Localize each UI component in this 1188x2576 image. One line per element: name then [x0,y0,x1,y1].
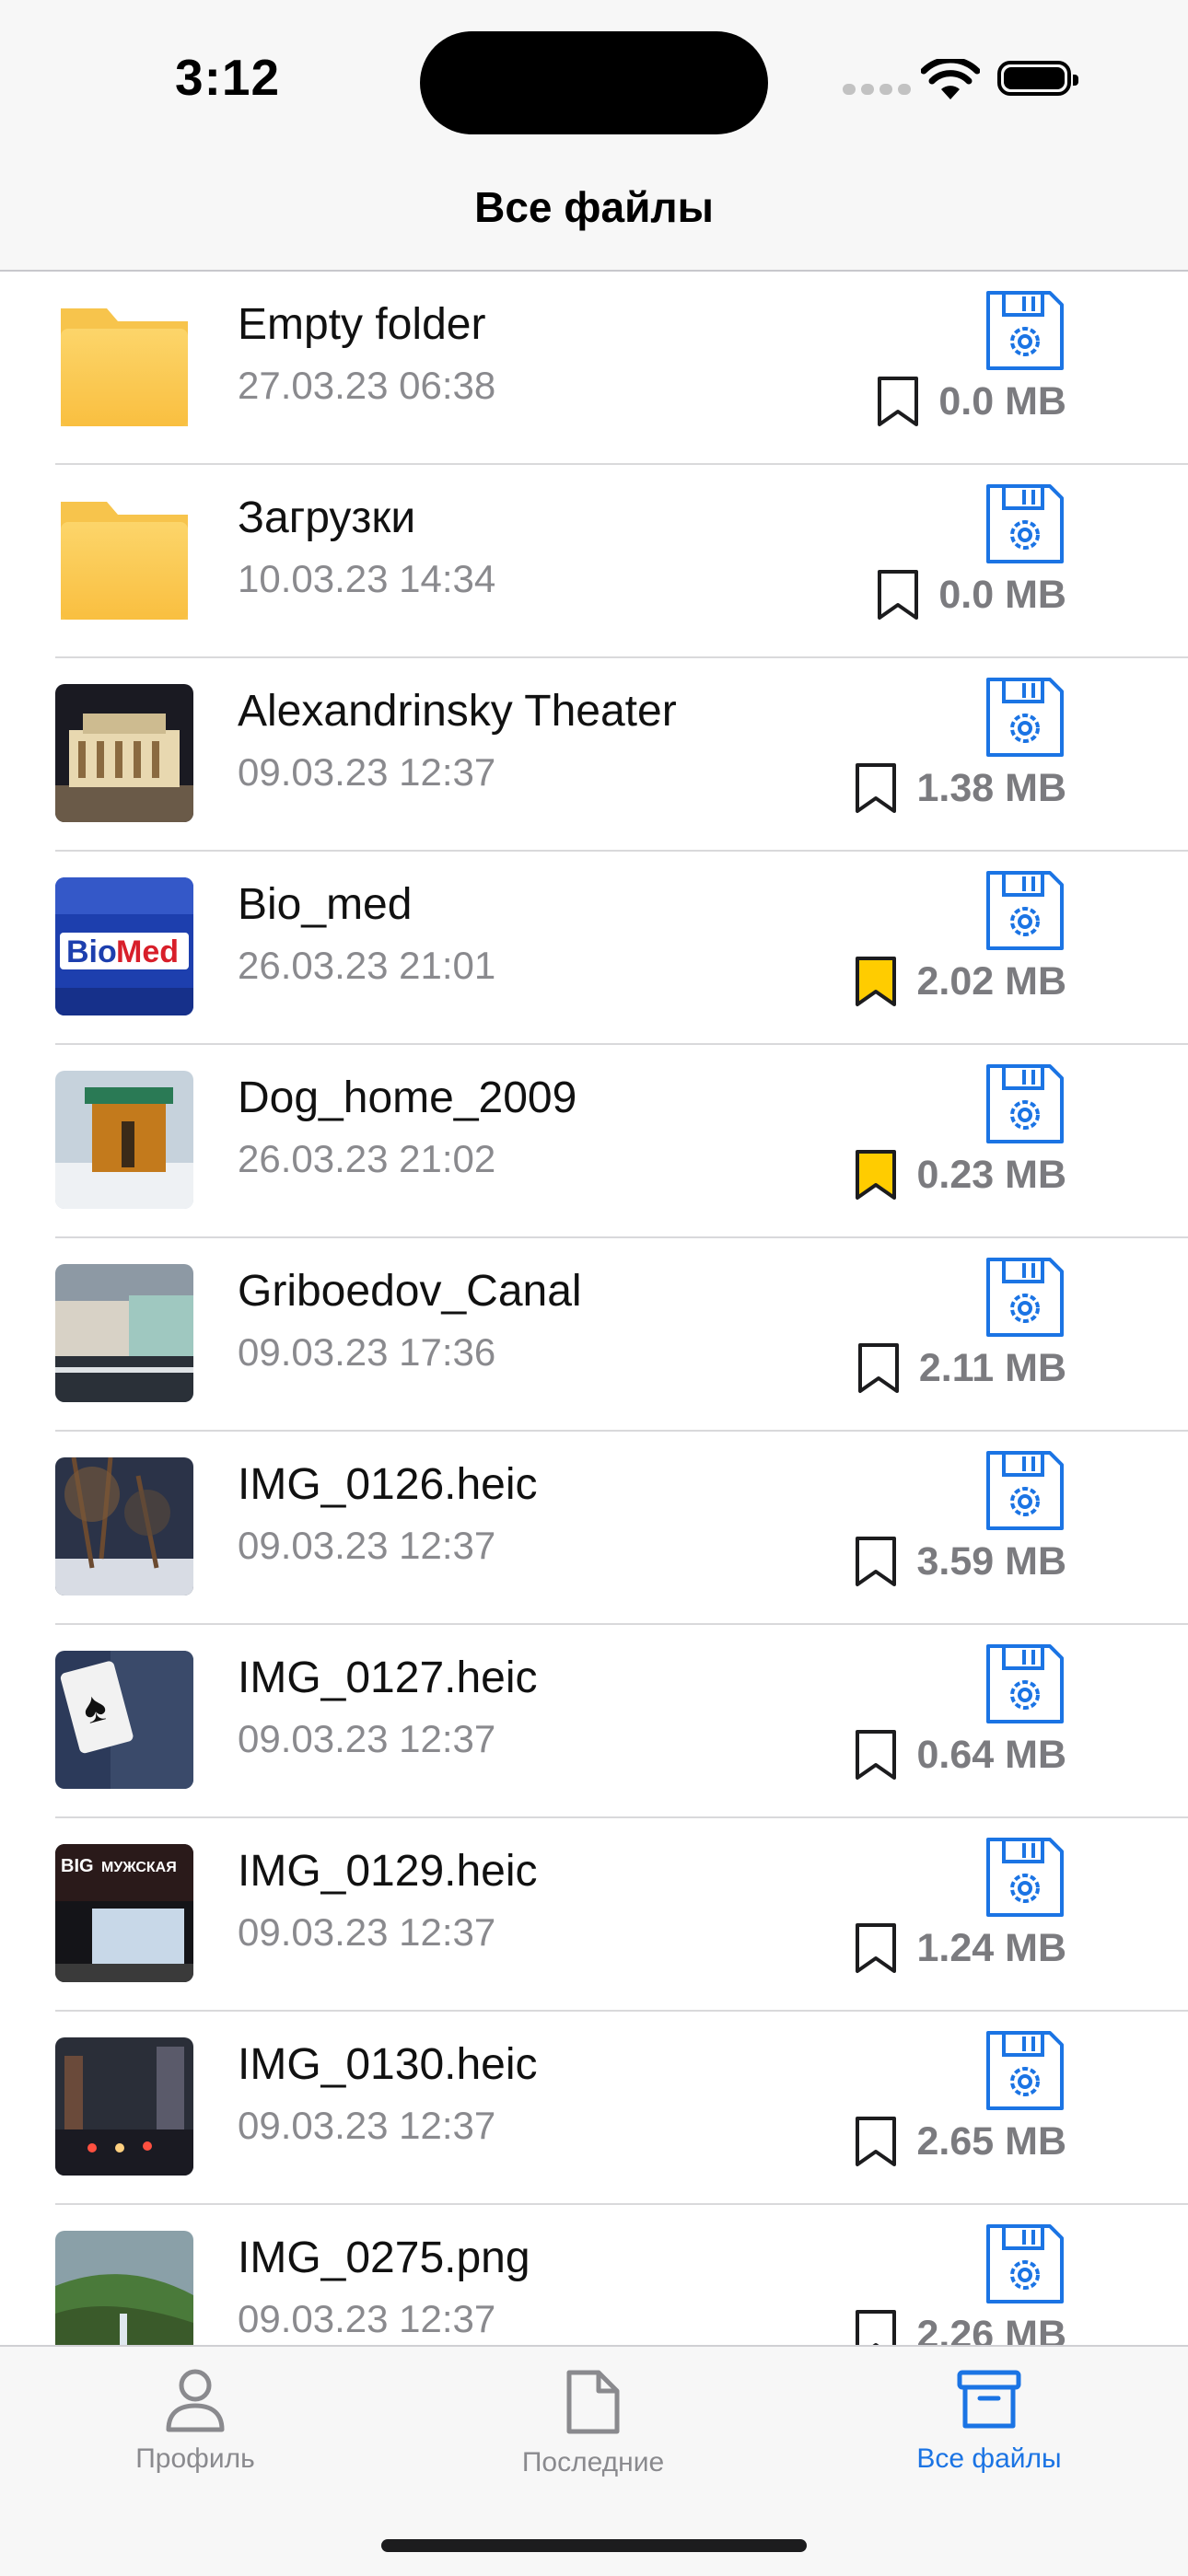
file-date: 10.03.23 14:34 [238,557,496,600]
file-date: 09.03.23 12:37 [238,1910,496,1954]
tab-recent[interactable]: Последние [455,2367,731,2478]
bookmark-icon[interactable] [854,2308,916,2345]
file-thumbnail [55,2231,193,2345]
file-row[interactable]: IMG_0126.heic 09.03.23 12:37 3.59 MB [0,1432,1188,1625]
file-date: 09.03.23 12:37 [238,750,496,794]
file-row[interactable]: IMG_0130.heic 09.03.23 12:37 2.65 MB [0,2012,1188,2205]
archive-box-icon [957,2370,1021,2429]
svg-text:BIG: BIG [61,1856,94,1876]
file-name: IMG_0126.heic [238,1460,538,1509]
svg-text:Med: Med [116,934,179,969]
floppy-disk-settings-icon[interactable] [984,2222,1066,2306]
tab-all-files[interactable]: Все файлы [851,2367,1127,2475]
file-date: 09.03.23 12:37 [238,2297,496,2340]
file-size: 0.64 MB [916,1732,1066,1777]
floppy-disk-settings-icon[interactable] [984,1255,1066,1340]
bookmark-icon[interactable] [854,1921,916,1975]
bookmark-icon[interactable] [876,375,938,428]
file-row[interactable]: Bio Med Bio_med 26.03.23 21:01 2.02 MB [0,852,1188,1045]
file-size: 2.65 MB [916,2118,1066,2164]
floppy-disk-settings-icon[interactable] [984,482,1066,566]
file-row[interactable]: Загрузки 10.03.23 14:34 0.0 MB [0,465,1188,658]
file-date: 09.03.23 12:37 [238,2104,496,2147]
file-name: Загрузки [238,493,416,542]
bookmark-icon[interactable] [854,761,916,815]
file-date: 26.03.23 21:01 [238,944,496,987]
floppy-disk-settings-icon[interactable] [984,2028,1066,2113]
file-size: 1.24 MB [916,1925,1066,1970]
file-name: Alexandrinsky Theater [238,687,677,736]
file-size: 0.0 MB [938,572,1066,617]
file-thumbnail [55,1457,193,1595]
file-size: 1.38 MB [916,765,1066,810]
document-icon [566,2370,620,2434]
file-row[interactable]: Alexandrinsky Theater 09.03.23 12:37 1.38 … [0,658,1188,852]
file-thumbnail: ♠ [55,1651,193,1789]
bookmark-icon[interactable] [876,568,938,621]
file-thumbnail [55,1264,193,1402]
file-name: Empty folder [238,300,486,349]
svg-text:МУЖСКАЯ: МУЖСКАЯ [101,1860,177,1875]
bookmark-icon[interactable] [854,1148,916,1201]
file-name: Dog_home_2009 [238,1073,577,1122]
file-row[interactable]: IMG_0275.png 09.03.23 12:37 2.26 MB [0,2205,1188,2345]
file-date: 09.03.23 17:36 [238,1330,496,1374]
file-size: 2.11 MB [918,1345,1066,1390]
tab-profile[interactable]: Профиль [57,2367,333,2475]
bookmark-icon[interactable] [854,955,916,1008]
svg-text:Bio: Bio [66,934,117,969]
file-row[interactable]: ♠ IMG_0127.heic 09.03.23 12:37 0.64 MB [0,1625,1188,1818]
floppy-disk-settings-icon[interactable] [984,868,1066,953]
file-size: 2.26 MB [916,2312,1066,2346]
dynamic-island [420,31,768,134]
bookmark-icon[interactable] [854,1728,916,1781]
tab-recent-label: Последние [521,2447,665,2477]
file-thumbnail [55,684,193,822]
file-name: IMG_0130.heic [238,2040,538,2089]
file-name: Griboedov_Canal [238,1267,582,1316]
bookmark-icon[interactable] [856,1341,919,1395]
status-time: 3:12 [175,49,281,106]
cellular-signal-icon [843,83,916,99]
file-thumbnail [55,1071,193,1209]
wifi-icon [921,59,980,99]
floppy-disk-settings-icon[interactable] [984,675,1066,760]
floppy-disk-settings-icon[interactable] [984,1062,1066,1146]
page-title: Все файлы [474,183,714,231]
file-thumbnail: Bio Med [55,877,193,1015]
top-bar: 3:12 Все файлы [0,0,1188,272]
file-thumbnail [55,2037,193,2176]
file-name: IMG_0129.heic [238,1847,538,1896]
file-row[interactable]: BIG МУЖСКАЯ IMG_0129.heic 09.03.23 12:37 1.2… [0,1818,1188,2012]
folder-icon [55,297,193,435]
file-date: 09.03.23 12:37 [238,1717,496,1760]
file-row[interactable]: Empty folder 27.03.23 06:38 0.0 MB [0,272,1188,465]
floppy-disk-settings-icon[interactable] [984,1835,1066,1920]
file-size: 0.23 MB [916,1152,1066,1197]
floppy-disk-settings-icon[interactable] [984,288,1066,373]
file-size: 2.02 MB [916,958,1066,1004]
file-date: 26.03.23 21:02 [238,1137,496,1180]
file-thumbnail: BIG МУЖСКАЯ [55,1844,193,1982]
file-date: 09.03.23 12:37 [238,1524,496,1567]
file-date: 27.03.23 06:38 [238,364,496,407]
file-size: 3.59 MB [916,1538,1066,1584]
file-name: Bio_med [238,880,413,929]
floppy-disk-settings-icon[interactable] [984,1642,1066,1726]
file-name: IMG_0275.png [238,2234,530,2282]
floppy-disk-settings-icon[interactable] [984,1448,1066,1533]
file-size: 0.0 MB [938,378,1066,424]
battery-icon [997,61,1078,96]
home-indicator [381,2539,807,2552]
bookmark-icon[interactable] [854,1535,916,1588]
tab-all-files-label: Все файлы [916,2443,1062,2474]
file-row[interactable]: Dog_home_2009 26.03.23 21:02 0.23 MB [0,1045,1188,1238]
file-row[interactable]: Griboedov_Canal 09.03.23 17:36 2.11 MB [0,1238,1188,1432]
file-list[interactable]: Empty folder 27.03.23 06:38 0.0 MB Загрузки… [0,272,1188,2345]
person-icon [166,2369,225,2432]
bookmark-icon[interactable] [854,2115,916,2168]
tab-profile-label: Профиль [135,2443,255,2474]
file-name: IMG_0127.heic [238,1654,538,1702]
folder-icon [55,491,193,629]
